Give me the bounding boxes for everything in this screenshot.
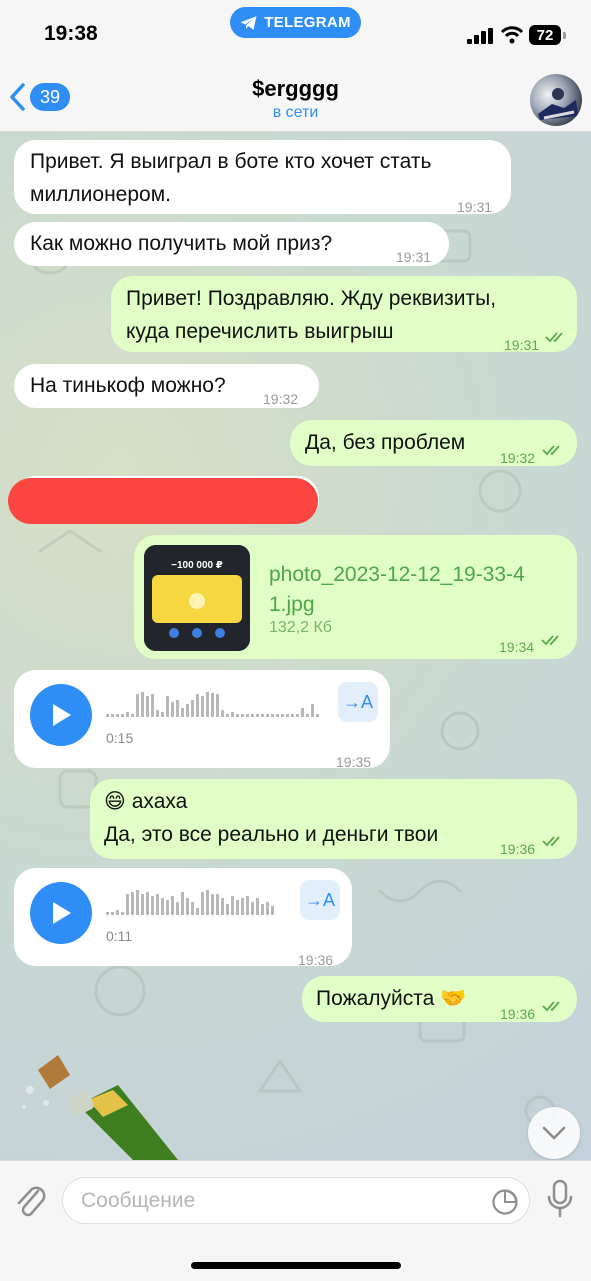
double-check-icon bbox=[542, 1001, 560, 1012]
message-outgoing[interactable]: 😄 ахаха Да, это все реально и деньги тво… bbox=[90, 779, 577, 859]
play-button[interactable] bbox=[30, 882, 92, 944]
message-time: 19:31 bbox=[396, 249, 432, 265]
message-text: Да, без проблем bbox=[305, 431, 466, 454]
message-text: Как можно получить мой приз? bbox=[30, 232, 333, 255]
voice-duration: 0:15 bbox=[106, 730, 134, 746]
message-time: 19:31 bbox=[504, 337, 540, 353]
avatar-image bbox=[538, 88, 578, 120]
chevron-down-icon bbox=[542, 1126, 566, 1140]
message-text: Привет! Поздравляю. Жду реквизиты, куда … bbox=[126, 287, 497, 343]
message-input[interactable]: Сообщение bbox=[62, 1177, 530, 1224]
grinning-emoji: 😄 bbox=[104, 790, 126, 813]
waveform[interactable] bbox=[106, 888, 286, 916]
avatar[interactable] bbox=[530, 74, 582, 126]
double-check-icon bbox=[542, 445, 560, 456]
double-check-icon bbox=[541, 635, 559, 646]
battery-indicator: 72 bbox=[529, 25, 561, 45]
message-outgoing[interactable]: Пожалуйста 🤝 19:36 bbox=[302, 976, 577, 1022]
redaction-mark bbox=[8, 478, 318, 524]
transcribe-button[interactable]: →A bbox=[300, 880, 340, 920]
paperclip-icon[interactable] bbox=[14, 1181, 46, 1219]
message-time: 19:36 bbox=[500, 841, 536, 857]
play-icon bbox=[53, 902, 71, 924]
transcribe-button[interactable]: →A bbox=[338, 682, 378, 722]
status-bar: 19:38 TELEGRAM 72 bbox=[0, 0, 591, 66]
voice-duration: 0:11 bbox=[106, 928, 133, 944]
status-time: 19:38 bbox=[44, 22, 98, 45]
file-size: 132,2 Кб bbox=[269, 619, 332, 636]
message-text: На тинькоф можно? bbox=[30, 374, 226, 397]
home-indicator bbox=[191, 1262, 401, 1269]
message-time: 19:32 bbox=[263, 391, 299, 407]
wifi-icon bbox=[500, 26, 524, 44]
signal-icon bbox=[467, 28, 493, 44]
chat-status: в сети bbox=[272, 104, 319, 121]
double-check-icon bbox=[545, 332, 563, 343]
message-time: 19:36 bbox=[500, 1006, 536, 1022]
message-text: Привет. Я выиграл в боте кто хочет стать… bbox=[30, 150, 432, 206]
message-incoming[interactable]: На тинькоф можно? 19:32 bbox=[14, 364, 319, 408]
microphone-icon[interactable] bbox=[546, 1179, 574, 1219]
message-text: Пожалуйста 🤝 bbox=[316, 987, 467, 1010]
message-incoming-voice[interactable]: 0:15 →A 19:35 bbox=[14, 670, 390, 770]
telegram-icon bbox=[240, 15, 257, 30]
sticker-icon[interactable] bbox=[491, 1188, 519, 1216]
message-time: 19:31 bbox=[457, 199, 493, 215]
champagne-sticker[interactable] bbox=[18, 1045, 188, 1165]
waveform[interactable] bbox=[106, 690, 326, 718]
message-time: 19:36 bbox=[298, 952, 334, 968]
file-thumbnail[interactable]: −100 000 ₽ bbox=[144, 545, 250, 651]
message-outgoing[interactable]: Да, без проблем 19:32 bbox=[290, 420, 577, 466]
message-incoming[interactable]: Привет. Я выиграл в боте кто хочет стать… bbox=[14, 140, 511, 215]
telegram-pill-label: TELEGRAM bbox=[264, 14, 351, 31]
play-button[interactable] bbox=[30, 684, 92, 746]
message-incoming-voice[interactable]: 0:11 →A 19:36 bbox=[14, 868, 352, 968]
message-incoming[interactable]: Как можно получить мой приз? 19:31 bbox=[14, 222, 449, 266]
message-text: 😄 ахаха Да, это все реально и деньги тво… bbox=[104, 790, 439, 846]
telegram-pill[interactable]: TELEGRAM bbox=[230, 7, 361, 38]
message-placeholder: Сообщение bbox=[81, 1189, 196, 1212]
chat-header: 39 $ergggg в сети bbox=[0, 66, 591, 132]
battery-tip bbox=[563, 32, 566, 39]
message-outgoing[interactable]: Привет! Поздравляю. Жду реквизиты, куда … bbox=[111, 276, 577, 353]
message-time: 19:32 bbox=[500, 450, 536, 466]
handshake-emoji: 🤝 bbox=[440, 987, 467, 1010]
play-icon bbox=[53, 704, 71, 726]
file-name[interactable]: photo_2023-12-12_19-33-4 1.jpg bbox=[269, 560, 569, 620]
double-check-icon bbox=[542, 836, 560, 847]
chat-title[interactable]: $ergggg bbox=[0, 76, 591, 102]
scroll-down-button[interactable] bbox=[528, 1107, 580, 1159]
message-time: 19:35 bbox=[336, 754, 372, 770]
message-time: 19:34 bbox=[499, 639, 535, 655]
thumbnail-amount: −100 000 ₽ bbox=[171, 560, 223, 571]
